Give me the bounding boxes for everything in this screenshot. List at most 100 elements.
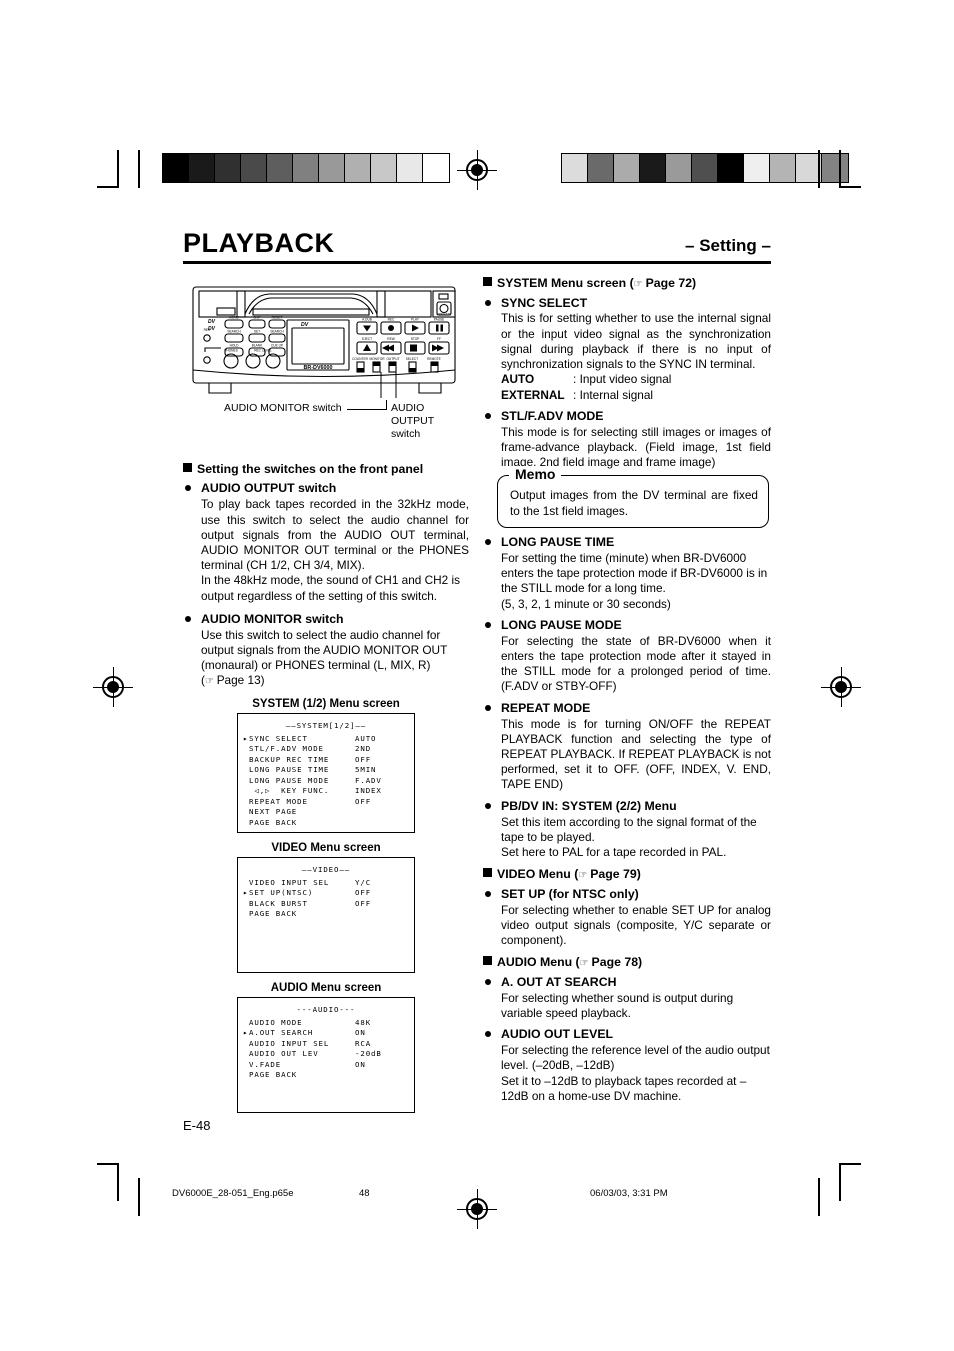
round-bullet-icon [485, 412, 491, 419]
kv-value: Input video signal [579, 372, 672, 387]
menu-item-label: BACKUP REC TIME [249, 754, 330, 764]
left-section-heading-text: Setting the switches on the front panel [197, 462, 424, 476]
menu-row[interactable]: VIDEO INPUT SEL Y/C [238, 878, 414, 889]
dv-logo-1: DV [208, 319, 216, 325]
memo-box: Output images from the DV terminal are f… [497, 466, 769, 528]
item-title-text: LONG PAUSE MODE [501, 617, 622, 632]
document-page: PLAYBACK – Setting – MENU SKIP RESET SEA… [0, 0, 954, 1351]
heading-page-ref: Page 72) [645, 276, 697, 290]
kv-key: EXTERNAL [501, 387, 565, 402]
menu-item-label: REPEAT MODE [249, 796, 308, 806]
menu-header: ——VIDEO—— [301, 865, 351, 875]
crop-mark-tl-h [97, 186, 119, 188]
menu-row[interactable]: PAGE BACK [238, 909, 414, 920]
menu-row[interactable]: STL/F.ADV MODE 2ND [238, 744, 414, 755]
svg-text:DV: DV [301, 322, 309, 328]
menu-item-value: 5MIN [355, 765, 377, 775]
wedge-patch-8 [371, 154, 397, 182]
heading-page-ref: Page 79) [590, 867, 641, 882]
menu-item-value: INDEX [355, 786, 382, 796]
item-title-long-pause-time: LONG PAUSE TIME [483, 535, 771, 551]
menu-row[interactable]: NEXT PAGE [238, 807, 414, 818]
callout-audio-output-label: AUDIO OUTPUT switch [391, 402, 434, 440]
item-title-set-up-ntsc: SET UP (for NTSC only) [483, 887, 771, 903]
svg-text:PAUSE: PAUSE [434, 318, 445, 322]
round-bullet-icon [485, 978, 491, 985]
svg-text:REMOTE: REMOTE [427, 357, 441, 361]
heading-text: VIDEO Menu ( [497, 867, 579, 882]
menu-item-label: ◁,▷ KEY FUNC. [249, 786, 330, 796]
callout-audio-output-line1: AUDIO [391, 402, 425, 414]
heading-page-ref: Page 78) [591, 955, 643, 970]
menu-item-value: 48K [355, 1017, 372, 1027]
menu-item-label: A.OUT SEARCH [249, 1028, 314, 1038]
item-paragraph: Set it to –12dB to playback tapes record… [501, 1073, 747, 1103]
menu-item-value: OFF [355, 754, 372, 764]
menu-item-value: OFF [355, 796, 372, 806]
menu-item-label: LONG PAUSE MODE [249, 775, 330, 785]
crop-mark-bl2 [138, 1178, 140, 1216]
item-title-text: SYNC SELECT [501, 295, 588, 310]
menu-box: ——SYSTEM[1/2]—— ▸ SYNC SELECT AUTO STL/F.A… [237, 713, 415, 834]
round-bullet-icon [485, 1031, 491, 1038]
menu-item-value: RCA [355, 1038, 372, 1048]
round-bullet-icon [485, 890, 491, 897]
menu-row[interactable]: PAGE BACK [238, 818, 414, 829]
menu-row[interactable]: V.FADE ON [238, 1060, 414, 1071]
svg-text:PHONES: PHONES [224, 349, 237, 353]
wedge-patch-9 [397, 154, 423, 182]
memo-label: Memo [509, 466, 562, 483]
menu-row[interactable]: AUDIO MODE 48K [238, 1018, 414, 1029]
menu-row[interactable]: BLACK BURST OFF [238, 899, 414, 910]
page-ref-text: Page 13 [216, 673, 261, 688]
menu-item-label: AUDIO OUT LEV [249, 1049, 319, 1059]
menu-row[interactable]: AUDIO INPUT SEL RCA [238, 1039, 414, 1050]
dv-logo-2: DV [208, 326, 216, 332]
title-rule [183, 261, 771, 264]
pointing-hand-icon: ☞ [579, 958, 589, 970]
menu-box: ——VIDEO—— VIDEO INPUT SEL Y/C ▸ SET UP(NTSC… [237, 857, 415, 974]
menu-row[interactable]: LONG PAUSE MODE F.ADV [238, 776, 414, 787]
crop-mark-br-v [839, 1163, 841, 1201]
menu-screen-audio: AUDIO Menu screen ---AUDIO--- AUDIO MODE… [183, 982, 469, 1114]
round-bullet-icon [485, 704, 491, 711]
item-title-text: A. OUT AT SEARCH [501, 974, 617, 989]
item-title-text: AUDIO OUT LEVEL [501, 1027, 614, 1042]
wedge-patch-4 [666, 154, 692, 182]
menu-row[interactable]: ▸ SET UP(NTSC) OFF [238, 888, 414, 899]
item-paragraph: For selecting the reference level of the… [501, 1043, 770, 1073]
crop-mark-tr-h [839, 186, 861, 188]
page-number: E-48 [183, 1118, 211, 1133]
menu-header: ---AUDIO--- [296, 1005, 356, 1015]
heading-audio-menu: AUDIO Menu (☞ Page 78) [483, 955, 771, 971]
menu-row[interactable]: LONG PAUSE TIME 5MIN [238, 765, 414, 776]
round-bullet-icon [185, 615, 191, 622]
menu-item-value: 2ND [355, 744, 372, 754]
crop-mark-tr2 [818, 150, 820, 188]
menu-item-value: ON [355, 1059, 366, 1069]
menu-row[interactable]: AUDIO OUT LEV -20dB [238, 1049, 414, 1060]
wedge-patch-2 [614, 154, 640, 182]
menu-item-label: SET UP(NTSC) [249, 888, 314, 898]
menu-item-label: AUDIO MODE [249, 1017, 303, 1027]
menu-caption: VIDEO Menu screen [271, 842, 381, 855]
footer-page: 48 [359, 1188, 370, 1199]
menu-row[interactable]: ◁,▷ KEY FUNC. INDEX [238, 786, 414, 797]
menu-box: ---AUDIO--- AUDIO MODE 48K ▸ A.OUT SEARCH ON… [237, 997, 415, 1114]
menu-row[interactable]: REPEAT MODE OFF [238, 797, 414, 808]
callout-audio-output-line3: switch [391, 427, 421, 440]
menu-item-label: VIDEO INPUT SEL [249, 877, 330, 887]
menu-row[interactable]: ▸ A.OUT SEARCH ON [238, 1028, 414, 1039]
crop-mark-br2 [818, 1178, 820, 1216]
svg-text:SELECT: SELECT [406, 357, 418, 361]
menu-screen-video: VIDEO Menu screen ——VIDEO—— VIDEO INPUT … [183, 842, 469, 974]
key-value-external: EXTERNAL: Internal signal [483, 388, 771, 403]
menu-row[interactable]: BACKUP REC TIME OFF [238, 755, 414, 766]
menu-item-value: AUTO [355, 733, 377, 743]
menu-row[interactable]: ▸ SYNC SELECT AUTO [238, 734, 414, 745]
wedge-patch-5 [293, 154, 319, 182]
menu-item-label: STL/F.ADV MODE [249, 744, 324, 754]
svg-text:MONITOR: MONITOR [370, 357, 386, 361]
menu-row[interactable]: PAGE BACK [238, 1070, 414, 1081]
memo-text: Output images from the DV terminal are f… [510, 488, 758, 518]
